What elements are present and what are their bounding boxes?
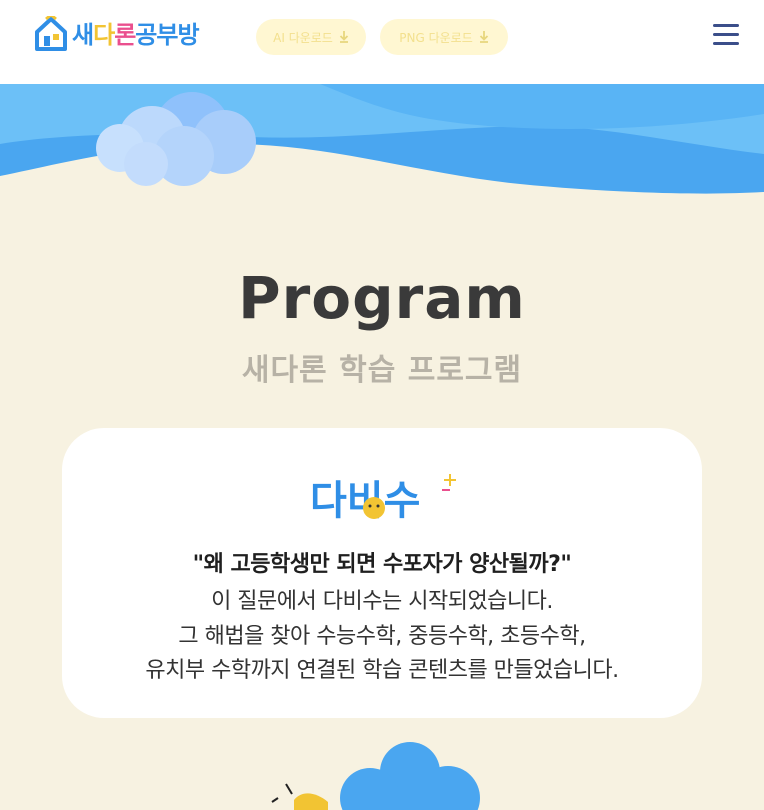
ai-download-button[interactable]: AI 다운로드 <box>256 19 366 55</box>
logo-wordmark: 새다론공부방 <box>72 20 200 50</box>
card-description-line-3: 유치부 수학까지 연결된 학습 콘텐츠를 만들었습니다. <box>145 658 619 683</box>
logo-part-2: 다 <box>93 21 115 49</box>
logo-part-3: 론 <box>114 21 136 49</box>
logo-part-1: 새 <box>72 21 94 49</box>
logo-part-4: 공부방 <box>135 21 199 49</box>
dabisu-logo-text: 다비수 <box>310 478 420 524</box>
hamburger-menu-icon[interactable] <box>713 24 739 46</box>
program-card: 다비수 "왜 고등학생만 되면 수포자가 양산될까?" 이 질문에서 다비수는 … <box>62 428 702 718</box>
png-download-button[interactable]: PNG 다운로드 <box>380 19 508 55</box>
ai-download-label: AI 다운로드 <box>273 30 333 45</box>
cloud-illustration-bottom <box>340 742 480 810</box>
section-title: Program <box>238 264 526 332</box>
house-logo-icon <box>35 16 67 51</box>
section-subtitle: 새다론 학습 프로그램 <box>241 353 523 388</box>
card-quote: "왜 고등학생만 되면 수포자가 양산될까?" <box>192 552 572 577</box>
site-logo[interactable]: 새다론공부방 <box>34 16 218 54</box>
pencil-doodle-icon <box>271 783 328 810</box>
site-header: 새다론공부방 AI 다운로드 PNG 다운로드 <box>0 0 764 84</box>
png-download-label: PNG 다운로드 <box>399 30 473 45</box>
dabisu-logo: 다비수 <box>310 474 456 524</box>
download-icon <box>339 31 348 43</box>
card-description-line-1: 이 질문에서 다비수는 시작되었습니다. <box>211 589 553 614</box>
cloud-illustration <box>96 92 256 186</box>
card-description-line-2: 그 해법을 찾아 수능수학, 중등수학, 초등수학, <box>178 624 586 649</box>
download-icon <box>479 31 488 43</box>
